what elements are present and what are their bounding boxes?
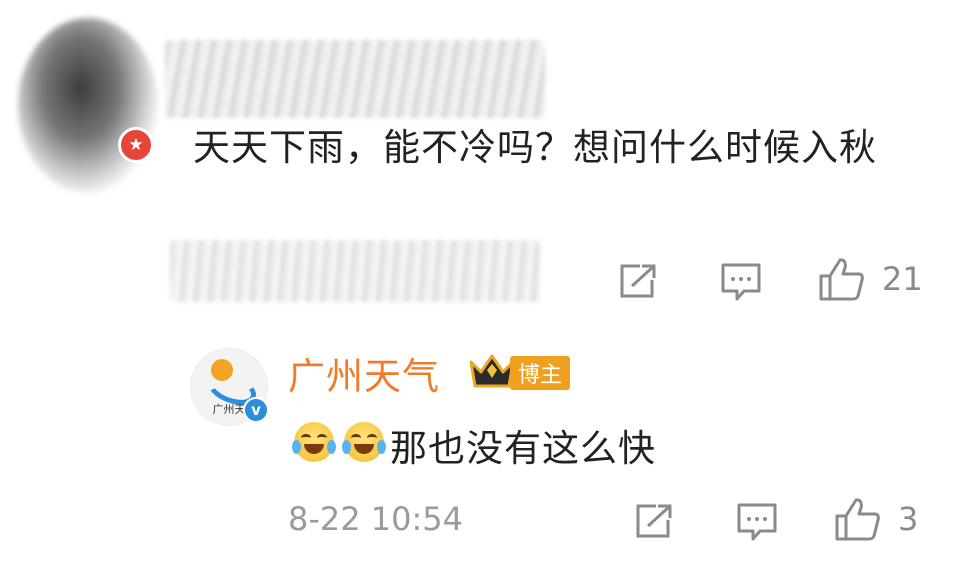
like-button[interactable]: 21 (818, 256, 923, 302)
thumbs-up-icon (819, 258, 864, 301)
reply-comment-button[interactable] (736, 502, 778, 542)
comment-meta-blurred (170, 240, 540, 302)
share-icon (620, 264, 656, 298)
commenter-avatar-blurred[interactable] (18, 18, 158, 193)
thumbs-up-icon (835, 498, 880, 541)
comment-icon (721, 263, 761, 301)
blogger-badge: 博主 (510, 356, 571, 390)
reply-like-button[interactable]: 3 (834, 496, 918, 542)
comment-button[interactable] (720, 262, 762, 302)
like-count: 21 (882, 260, 923, 298)
like-count: 3 (898, 500, 919, 538)
laugh-cry-emoji (342, 422, 386, 462)
comment-text: 天天下雨，能不冷吗？想问什么时候入秋 (193, 126, 877, 169)
commenter-name-blurred[interactable] (165, 40, 545, 118)
laugh-cry-emoji (292, 422, 336, 462)
reply-text: 那也没有这么快 (390, 427, 656, 470)
share-button[interactable] (618, 262, 658, 300)
reply-timestamp: 8-22 10:54 (288, 500, 464, 538)
verified-icon: v (243, 397, 269, 423)
reply-share-button[interactable] (634, 502, 674, 540)
share-icon (636, 504, 672, 538)
comment-icon (737, 503, 777, 541)
star-badge-icon: ★ (118, 127, 154, 163)
reply-author-name[interactable]: 广州天气 (288, 346, 440, 400)
